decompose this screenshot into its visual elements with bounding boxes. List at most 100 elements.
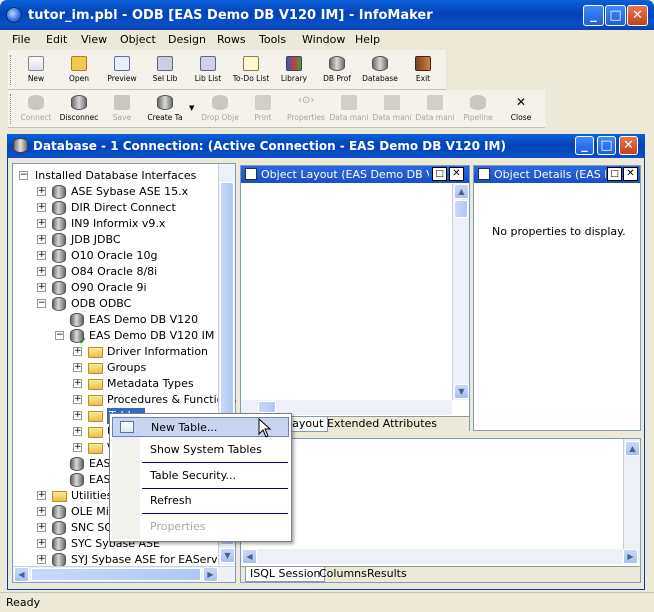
tree-item[interactable]: + O10 Oracle 10g <box>13 248 218 264</box>
menu-edit[interactable]: Edit <box>46 33 67 46</box>
menu-window[interactable]: Window <box>302 33 345 46</box>
toolbar-pipeline-button[interactable]: Pipeline <box>456 95 500 122</box>
expand-icon[interactable]: + <box>37 203 46 212</box>
tab-results[interactable]: Results <box>363 567 411 582</box>
scrollbar-thumb[interactable] <box>258 401 276 413</box>
collapse-icon[interactable]: − <box>55 331 64 340</box>
toolbar-grip[interactable] <box>10 55 13 85</box>
tree-item[interactable]: EAS Demo DB V120 <box>13 312 218 328</box>
tree-item[interactable]: + ASE Sybase ASE 15.x <box>13 184 218 200</box>
expand-icon[interactable]: + <box>73 347 82 356</box>
tab-extended-attributes[interactable]: Extended Attributes <box>323 417 441 432</box>
toolbar-liblist-button[interactable]: Lib List <box>186 56 230 83</box>
isql-horizontal-scrollbar[interactable]: ◀ ▶ <box>241 549 640 564</box>
menu-file[interactable]: File <box>12 33 30 46</box>
tree-item[interactable]: + Metadata Types <box>13 376 218 392</box>
scroll-left-icon[interactable]: ◀ <box>14 567 29 582</box>
menu-view[interactable]: View <box>81 33 107 46</box>
expand-icon[interactable]: + <box>73 395 82 404</box>
expand-icon[interactable]: + <box>37 235 46 244</box>
scroll-right-icon[interactable]: ▶ <box>623 549 638 564</box>
toolbar-data-manip-2-button[interactable]: Data mani <box>370 95 414 122</box>
maximize-button[interactable]: □ <box>605 5 626 26</box>
database-window-title-bar[interactable]: Database - 1 Connection: (Active Connect… <box>7 134 645 158</box>
expand-icon[interactable]: + <box>37 283 46 292</box>
tree-item[interactable]: − ODB ODBC <box>13 296 218 312</box>
object-layout-title-bar[interactable]: Object Layout (EAS Demo DB V120 IM) □ ✕ <box>241 166 469 183</box>
toolbar-open-button[interactable]: Open <box>57 56 101 83</box>
expand-icon[interactable]: + <box>37 219 46 228</box>
scroll-down-icon[interactable]: ▼ <box>220 548 235 563</box>
tree-item[interactable]: + Groups <box>13 360 218 376</box>
db-minimize-button[interactable]: _ <box>575 136 594 155</box>
expand-icon[interactable]: + <box>73 443 82 452</box>
toolbar-drop-object-button[interactable]: Drop Obje <box>198 95 242 122</box>
expand-icon[interactable]: + <box>37 555 46 564</box>
tree-item[interactable]: + DIR Direct Connect <box>13 200 218 216</box>
expand-icon[interactable]: + <box>37 523 46 532</box>
toolbar-save-button[interactable]: Save <box>100 95 144 122</box>
toolbar-exit-button[interactable]: Exit <box>401 56 445 83</box>
scrollbar-thumb[interactable] <box>454 200 468 218</box>
collapse-icon[interactable]: − <box>37 299 46 308</box>
expand-icon[interactable]: + <box>73 379 82 388</box>
toolbar-data-manip-1-button[interactable]: Data mani <box>327 95 371 122</box>
create-table-dropdown-arrow-icon[interactable]: ▼ <box>189 104 194 112</box>
toolbar-todo-button[interactable]: To-Do List <box>229 56 273 83</box>
tree-item[interactable]: + JDB JDBC <box>13 232 218 248</box>
toolbar-new-button[interactable]: New <box>14 56 58 83</box>
toolbar-database-button[interactable]: Database <box>358 56 402 83</box>
menu-design[interactable]: Design <box>168 33 206 46</box>
tree-item[interactable]: + O84 Oracle 8/8i <box>13 264 218 280</box>
panel-maximize-button[interactable]: □ <box>607 167 622 181</box>
db-close-button[interactable]: ✕ <box>619 136 638 155</box>
context-menu-item-show-system-tables[interactable]: Show System Tables <box>112 440 289 460</box>
window-title-bar[interactable]: tutor_im.pbl - ODB [EAS Demo DB V120 IM]… <box>0 0 654 30</box>
toolbar-close-button[interactable]: ✕ Close <box>499 95 543 122</box>
context-menu-item-table-security[interactable]: Table Security... <box>112 466 289 486</box>
scroll-right-icon[interactable]: ▶ <box>203 567 218 582</box>
toolbar-data-manip-3-button[interactable]: Data mani <box>413 95 457 122</box>
toolbar-grip[interactable] <box>10 94 13 124</box>
expand-icon[interactable]: + <box>37 539 46 548</box>
tree-item[interactable]: + O90 Oracle 9i <box>13 280 218 296</box>
toolbar-print-button[interactable]: Print <box>241 95 285 122</box>
expand-icon[interactable]: + <box>37 491 46 500</box>
scroll-down-icon[interactable]: ▼ <box>454 384 469 399</box>
toolbar-preview-button[interactable]: Preview <box>100 56 144 83</box>
expand-icon[interactable]: + <box>37 251 46 260</box>
panel-close-button[interactable]: ✕ <box>623 167 638 181</box>
scroll-up-icon[interactable]: ▲ <box>625 441 640 456</box>
menu-object[interactable]: Object <box>120 33 156 46</box>
tree-item[interactable]: + IN9 Informix v9.x <box>13 216 218 232</box>
scroll-up-icon[interactable]: ▲ <box>454 184 469 199</box>
toolbar-dbprof-button[interactable]: DB Prof <box>315 56 359 83</box>
expand-icon[interactable]: + <box>73 363 82 372</box>
toolbar-properties-button[interactable]: ‹⊙› Properties <box>284 95 328 122</box>
menu-rows[interactable]: Rows <box>217 33 246 46</box>
tree-horizontal-scrollbar[interactable]: ◀ ▶ <box>13 566 235 582</box>
panel-close-button[interactable]: ✕ <box>449 167 464 181</box>
menu-tools[interactable]: Tools <box>259 33 286 46</box>
expand-icon[interactable]: + <box>37 507 46 516</box>
tree-item[interactable]: + Procedures & Functions <box>13 392 236 408</box>
expand-icon[interactable]: + <box>73 411 82 420</box>
context-menu-item-properties[interactable]: Properties <box>112 517 289 537</box>
db-maximize-button[interactable]: □ <box>597 136 616 155</box>
panel-maximize-button[interactable]: □ <box>432 167 447 181</box>
tree-item[interactable]: + Driver Information <box>13 344 218 360</box>
close-button[interactable]: ✕ <box>627 5 648 26</box>
toolbar-library-button[interactable]: Library <box>272 56 316 83</box>
isql-vertical-scrollbar[interactable]: ▲ <box>623 439 640 549</box>
collapse-icon[interactable]: − <box>19 171 28 180</box>
minimize-button[interactable]: _ <box>583 5 604 26</box>
menu-help[interactable]: Help <box>355 33 380 46</box>
toolbar-connect-button[interactable]: Connect <box>14 95 58 122</box>
expand-icon[interactable]: + <box>73 427 82 436</box>
layout-vertical-scrollbar[interactable]: ▲ ▼ <box>452 184 469 400</box>
object-details-title-bar[interactable]: Object Details (EAS Demo DB V120 IM) □ ✕ <box>474 166 640 183</box>
tree-item[interactable]: − Installed Database Interfaces <box>13 168 218 184</box>
expand-icon[interactable]: + <box>37 267 46 276</box>
toolbar-sellib-button[interactable]: Sel Lib <box>143 56 187 83</box>
toolbar-disconnect-button[interactable]: Disconnec <box>57 95 101 122</box>
